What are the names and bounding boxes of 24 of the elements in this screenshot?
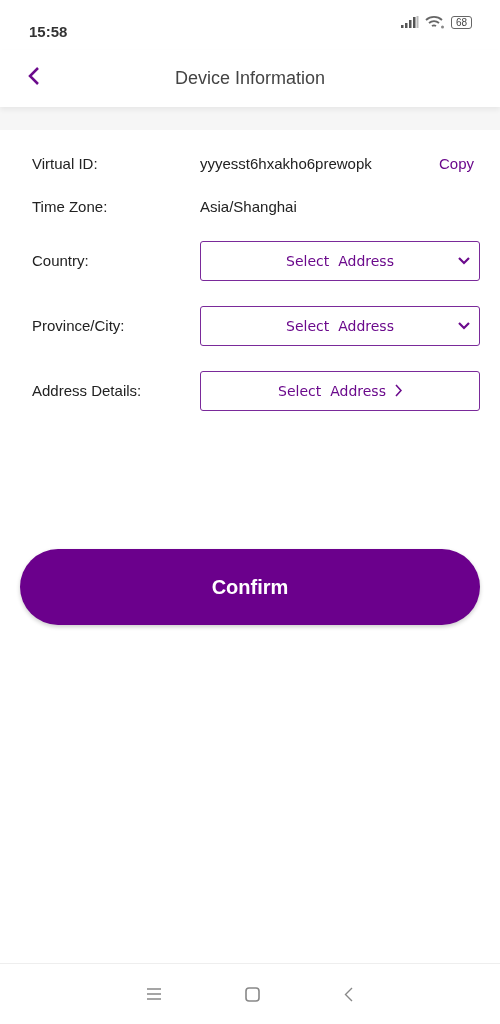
address-select-button[interactable]: Select Address: [200, 370, 480, 411]
field-label: Virtual ID:: [32, 155, 99, 172]
address-dropdown[interactable]: Select Address: [200, 240, 480, 281]
field-value: yyyesst6hxakho6prewopk: [200, 155, 373, 172]
field-label: Time Zone:: [32, 198, 109, 215]
field-label: Province/City:: [32, 317, 126, 334]
back-icon[interactable]: [28, 66, 40, 86]
field-label: Address Details:: [32, 382, 143, 399]
copy-link[interactable]: Copy: [438, 155, 480, 172]
chevron-down-icon: [457, 320, 471, 330]
wifi-icon: [424, 15, 445, 29]
status-time: 15:58: [29, 22, 68, 40]
back-nav-icon[interactable]: [344, 986, 353, 1002]
battery-level: 68: [450, 15, 472, 29]
home-icon[interactable]: [245, 986, 260, 1002]
chevron-right-icon: [393, 384, 402, 397]
chevron-down-icon: [457, 255, 471, 265]
address-dropdown[interactable]: Select Address: [200, 305, 480, 346]
field-label: Country:: [32, 252, 90, 269]
signal-icon: [400, 16, 419, 28]
confirm-button[interactable]: Confirm: [20, 549, 480, 625]
menu-icon[interactable]: [147, 988, 161, 1000]
field-value: Asia/Shanghai: [200, 198, 298, 215]
page-title: Device Information: [174, 68, 326, 89]
